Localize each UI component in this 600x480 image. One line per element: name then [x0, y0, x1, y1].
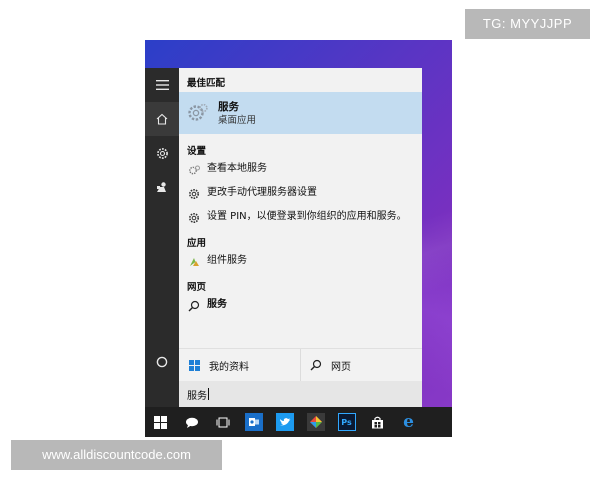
settings-item-label: 查看本地服务 [207, 163, 267, 174]
web-header: 网页 [187, 282, 207, 293]
task-view-icon[interactable] [207, 407, 238, 437]
local-services-icon [187, 163, 201, 177]
settings-item-proxy[interactable]: 更改手动代理服务器设置 [179, 182, 422, 206]
hamburger-icon[interactable] [145, 68, 179, 102]
best-match-subtitle: 桌面应用 [218, 114, 257, 126]
my-stuff-label: 我的资料 [209, 361, 249, 373]
settings-gear-icon[interactable] [145, 136, 179, 170]
search-results-panel: 最佳匹配 服务 桌面应用 设置 查看本地服务 更改手动代理服务器设置 设置 PI… [179, 68, 422, 407]
photoshop-app-icon[interactable]: Ps [331, 407, 362, 437]
settings-item-label: 更改手动代理服务器设置 [207, 187, 317, 198]
services-gear-icon [187, 102, 209, 124]
best-match-title: 服务 [218, 100, 239, 113]
settings-item-label: 设置 PIN，以便登录到你组织的应用和服务。 [207, 211, 407, 222]
web-item-search[interactable]: 服务 [179, 294, 422, 318]
settings-header: 设置 [187, 146, 207, 157]
twitter-app-icon[interactable] [269, 407, 300, 437]
settings-item-pin[interactable]: 设置 PIN，以便登录到你组织的应用和服务。 [179, 206, 422, 230]
gear-icon [187, 211, 201, 225]
best-match-header: 最佳匹配 [187, 78, 226, 89]
search-icon [187, 299, 201, 313]
watermark-bottom: www.alldiscountcode.com [11, 440, 222, 470]
apps-header: 应用 [187, 238, 207, 249]
web-item-label: 服务 [207, 299, 227, 310]
gear-icon [187, 187, 201, 201]
start-menu: 最佳匹配 服务 桌面应用 设置 查看本地服务 更改手动代理服务器设置 设置 PI… [145, 68, 422, 407]
watermark-top: TG: MYYJJPP [465, 9, 590, 39]
home-icon[interactable] [145, 102, 179, 136]
bottom-filter-tiles: 我的资料 网页 [179, 348, 422, 381]
search-icon [309, 358, 323, 372]
start-rail [145, 68, 179, 407]
edge-browser-icon[interactable]: e [393, 407, 424, 437]
cortana-circle-icon[interactable] [145, 345, 179, 379]
user-feedback-icon[interactable] [145, 170, 179, 204]
best-match-services[interactable]: 服务 桌面应用 [179, 92, 422, 134]
text-caret [208, 388, 209, 400]
outlook-app-icon[interactable] [238, 407, 269, 437]
start-windows-icon[interactable] [145, 407, 176, 437]
windows-logo-icon [187, 358, 201, 372]
results-list: 最佳匹配 服务 桌面应用 设置 查看本地服务 更改手动代理服务器设置 设置 PI… [179, 68, 422, 348]
component-services-icon [187, 255, 201, 269]
app-item-component-services[interactable]: 组件服务 [179, 250, 422, 274]
paint-app-icon[interactable] [300, 407, 331, 437]
search-input[interactable]: 服务 [179, 381, 422, 407]
search-input-value: 服务 [187, 390, 207, 402]
taskbar: Ps e [145, 407, 452, 437]
app-item-label: 组件服务 [207, 255, 247, 266]
web-tile[interactable]: 网页 [300, 349, 422, 381]
my-stuff-tile[interactable]: 我的资料 [179, 349, 300, 381]
store-bag-icon[interactable] [362, 407, 393, 437]
settings-item-local-services[interactable]: 查看本地服务 [179, 158, 422, 182]
cortana-search-icon[interactable] [176, 407, 207, 437]
web-tile-label: 网页 [331, 361, 351, 373]
